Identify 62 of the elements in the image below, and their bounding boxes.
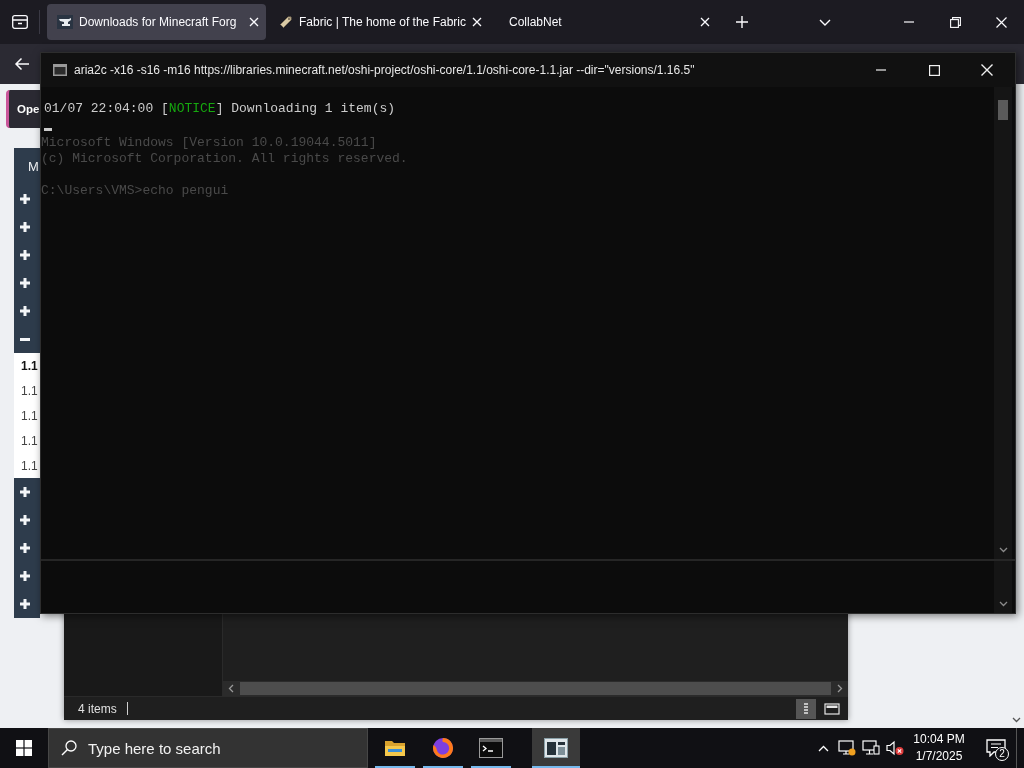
- chevron-up-icon[interactable]: [817, 744, 829, 752]
- search-field[interactable]: Type here to search: [48, 728, 368, 768]
- browser-tab[interactable]: Downloads for Minecraft Forg: [47, 4, 266, 40]
- network-icon[interactable]: [862, 740, 880, 756]
- minus-icon[interactable]: [20, 337, 30, 341]
- sidebar-link[interactable]: 1.1: [14, 403, 40, 428]
- plus-icon[interactable]: [20, 306, 30, 316]
- item-count: 4 items: [78, 701, 117, 716]
- horizontal-scrollbar[interactable]: [223, 681, 848, 696]
- window-panel-icon: [544, 738, 568, 758]
- sidebar-link[interactable]: 1.1: [14, 428, 40, 453]
- log-line: 01/07 22:04:00 [NOTICE] Downloading 1 item(s): [44, 101, 397, 117]
- plus-icon[interactable]: [20, 250, 30, 260]
- inbox-tray-icon[interactable]: [11, 15, 28, 29]
- anvil-icon: [57, 15, 73, 29]
- banner-button[interactable]: Ope: [6, 90, 40, 128]
- clock-time: 10:04 PM: [912, 731, 966, 748]
- vertical-scrollbar[interactable]: [994, 561, 1012, 613]
- plus-icon[interactable]: [735, 16, 748, 28]
- restore-icon[interactable]: [949, 16, 961, 28]
- plus-icon[interactable]: [20, 487, 30, 497]
- message-icon[interactable]: [986, 739, 1006, 757]
- vertical-scrollbar[interactable]: [994, 87, 1012, 559]
- start-icon[interactable]: [16, 740, 32, 756]
- text-cursor-icon: [44, 128, 52, 131]
- monitor-alert-icon[interactable]: [838, 740, 856, 756]
- taskbar-button[interactable]: [532, 728, 580, 768]
- window-title: aria2c -x16 -s16 -m16 https://libraries.minecraft.net/oshi-project/oshi-core/1.1/oshi-core-1.1.jar --dir="versions/1.16.5": [74, 63, 695, 77]
- plus-icon[interactable]: [20, 515, 30, 525]
- scrollbar-thumb[interactable]: [240, 682, 831, 695]
- scrollbar-thumb[interactable]: [998, 100, 1008, 120]
- globe-icon: [432, 737, 454, 759]
- sidebar-link[interactable]: 1.1: [14, 378, 40, 403]
- back-arrow-icon[interactable]: [14, 57, 30, 71]
- close-icon[interactable]: [981, 64, 993, 76]
- faded-text-line: C:\Users\VMS>echo pengui: [41, 183, 229, 199]
- sidebar-link[interactable]: 1.1: [14, 453, 40, 478]
- console-icon: [53, 64, 67, 76]
- faded-text-line: (c) Microsoft Corporation. All rights reserved.: [41, 151, 408, 167]
- browser-tab[interactable]: CollabNet: [491, 4, 717, 40]
- tag-icon: [279, 15, 293, 29]
- plus-icon[interactable]: [20, 571, 30, 581]
- clock-date: 1/7/2025: [914, 748, 964, 765]
- sidebar-link[interactable]: 1.1: [14, 353, 40, 378]
- maximize-icon[interactable]: [928, 64, 940, 76]
- plus-icon[interactable]: [20, 599, 30, 609]
- chevron-left-icon[interactable]: [228, 684, 234, 693]
- search-icon: [61, 740, 77, 756]
- speaker-muted-icon[interactable]: [886, 740, 904, 756]
- folder-icon: [384, 739, 406, 757]
- plus-icon[interactable]: [20, 278, 30, 288]
- plus-icon[interactable]: [20, 543, 30, 553]
- details-view-icon[interactable]: [796, 698, 816, 719]
- chevron-right-icon[interactable]: [837, 684, 843, 693]
- notification-count: 2: [995, 747, 1009, 761]
- plus-icon[interactable]: [20, 222, 30, 232]
- plus-icon[interactable]: [20, 194, 30, 204]
- browser-tab[interactable]: Fabric | The home of the Fabric: [269, 4, 489, 40]
- terminal-icon: [479, 738, 503, 758]
- chevron-down-icon[interactable]: [1012, 717, 1021, 723]
- sidebar-title: M: [27, 158, 40, 176]
- faded-text-line: Microsoft Windows [Version 10.0.19044.5011]: [41, 135, 378, 151]
